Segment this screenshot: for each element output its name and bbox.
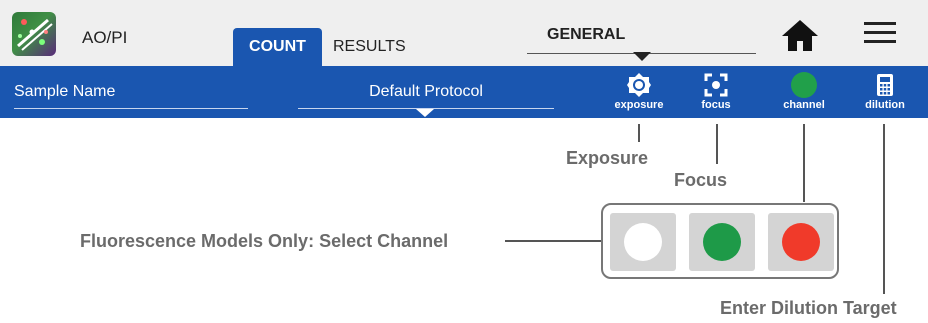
calculator-icon [877, 74, 893, 96]
exposure-callout: Exposure [566, 148, 649, 168]
focus-button[interactable]: focus [694, 72, 738, 111]
green-channel-dot-icon [703, 223, 741, 261]
channel-green-button[interactable] [689, 213, 755, 271]
sample-name-input[interactable]: Sample Name [14, 81, 248, 109]
channel-callout-line [803, 124, 805, 202]
chevron-down-icon [416, 109, 434, 117]
tab-results[interactable]: RESULTS [333, 28, 406, 66]
tab-count[interactable]: COUNT [233, 28, 322, 66]
hamburger-menu-icon[interactable] [864, 22, 896, 50]
channel-panel-callout-line [505, 240, 601, 242]
app-title: AO/PI [82, 28, 128, 47]
channel-dot-icon [791, 72, 817, 98]
channel-selector-panel [601, 203, 839, 279]
white-channel-dot-icon [624, 223, 662, 261]
dilution-label: dilution [865, 99, 905, 111]
general-dropdown[interactable]: GENERAL [527, 22, 756, 61]
general-label: GENERAL [547, 26, 626, 43]
channel-button[interactable]: channel [776, 72, 832, 111]
channel-callout: Fluorescence Models Only: Select Channel [80, 231, 449, 251]
channel-red-button[interactable] [768, 213, 834, 271]
protocol-dropdown[interactable]: Default Protocol [298, 81, 554, 117]
app-logo-icon[interactable] [12, 12, 56, 56]
protocol-value: Default Protocol [369, 83, 483, 100]
home-button[interactable] [780, 18, 820, 52]
home-icon [782, 20, 818, 51]
exposure-button[interactable]: exposure [612, 72, 666, 111]
toolbar: Sample Name Default Protocol exposure fo… [0, 66, 928, 118]
focus-callout-line [716, 124, 718, 164]
exposure-label: exposure [614, 99, 664, 111]
chevron-down-icon [633, 52, 651, 61]
focus-label: focus [701, 99, 731, 111]
dilution-callout-line [883, 124, 885, 294]
sun-icon [627, 73, 651, 97]
dilution-callout: Enter Dilution Target [720, 298, 897, 318]
exposure-callout-line [638, 124, 640, 142]
focus-callout: Focus [674, 170, 728, 190]
top-header: AO/PI COUNT RESULTS GENERAL [0, 0, 928, 66]
channel-label: channel [783, 99, 825, 111]
red-channel-dot-icon [782, 223, 820, 261]
focus-icon [704, 73, 728, 97]
dilution-button[interactable]: dilution [858, 72, 912, 111]
channel-white-button[interactable] [610, 213, 676, 271]
